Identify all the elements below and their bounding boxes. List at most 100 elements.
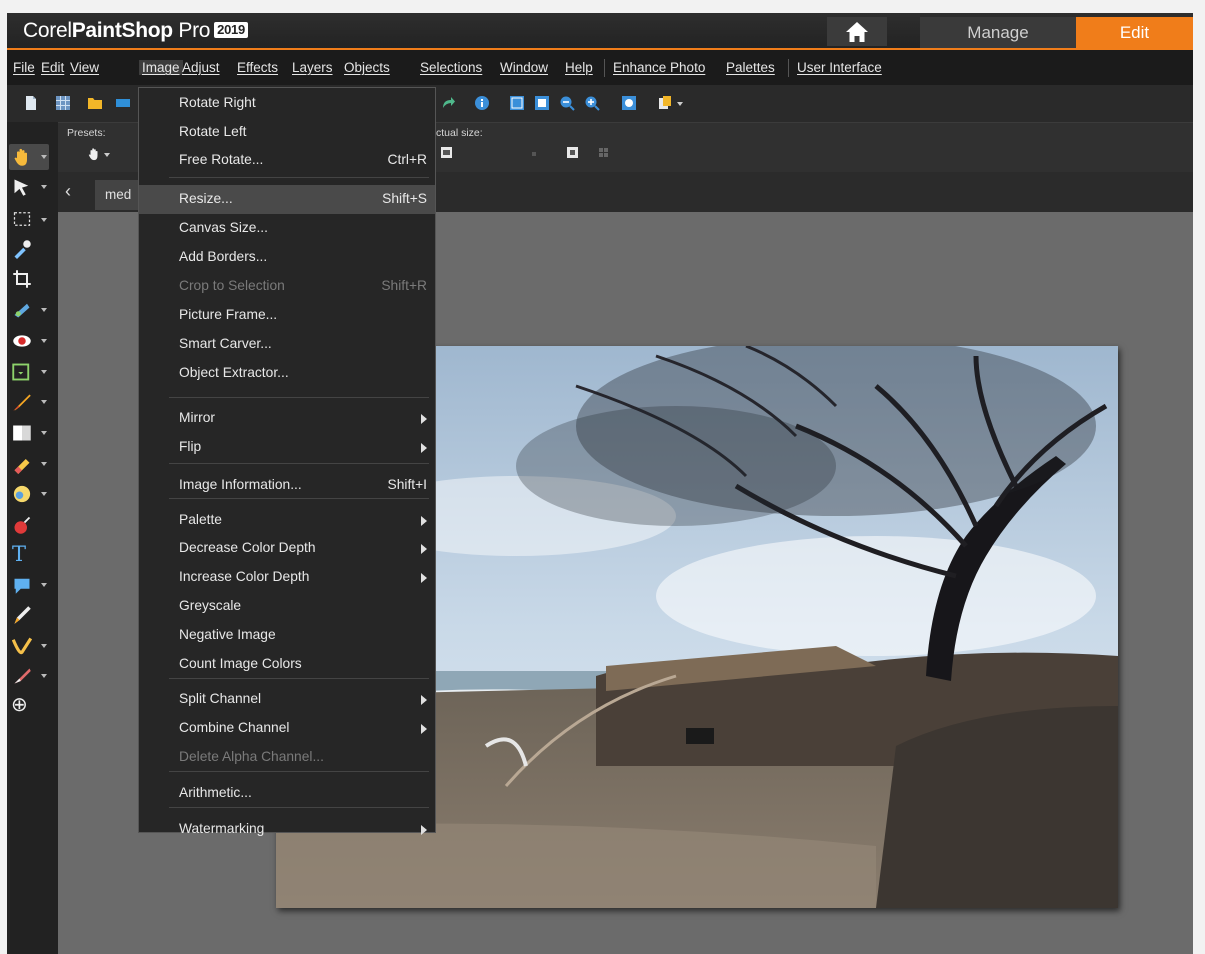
menu-item-watermarking[interactable]: Watermarking [139, 815, 435, 844]
copy-special-icon[interactable] [657, 95, 673, 111]
menu-separator [169, 397, 429, 398]
zoom-in-icon[interactable] [584, 95, 600, 111]
zoom-fit-icon[interactable] [621, 95, 637, 111]
menu-palettes[interactable]: Palettes [726, 60, 775, 75]
mesh-warp-tool-icon[interactable] [12, 666, 32, 686]
new-file-icon[interactable] [23, 95, 39, 111]
pick-tool-icon[interactable] [12, 177, 32, 197]
menu-edit[interactable]: Edit [41, 60, 64, 75]
tool-flyout-arrow[interactable] [41, 339, 47, 343]
scan-icon[interactable] [115, 95, 131, 111]
tool-flyout-arrow[interactable] [41, 308, 47, 312]
menu-item-rotate-left[interactable]: Rotate Left [139, 118, 435, 147]
text-tool-icon[interactable]: T [12, 542, 32, 566]
open-folder-icon[interactable] [87, 95, 103, 111]
tool-flyout-arrow[interactable] [41, 370, 47, 374]
dropper-tool-icon[interactable] [12, 239, 32, 259]
document-tab[interactable]: med [95, 180, 143, 210]
zoom-out-icon[interactable] [559, 95, 575, 111]
menu-item-decrease-color-depth[interactable]: Decrease Color Depth [139, 534, 435, 563]
actual-size-button-icon[interactable] [440, 146, 453, 159]
home-icon [846, 21, 868, 42]
menu-item-label: Arithmetic... [179, 785, 252, 800]
color-replacer-tool-icon[interactable] [12, 515, 32, 535]
flood-fill-tool-icon[interactable] [12, 484, 32, 504]
info-icon[interactable] [474, 95, 490, 111]
menu-view[interactable]: View [70, 60, 99, 75]
tool-flyout-arrow[interactable] [41, 155, 47, 159]
grid-icon[interactable] [55, 95, 71, 111]
presets-dropdown-icon[interactable] [104, 153, 110, 157]
eraser-tool-icon[interactable] [12, 454, 32, 474]
menu-item-palette[interactable]: Palette [139, 506, 435, 535]
option-button-1[interactable] [532, 152, 536, 156]
home-button[interactable] [827, 17, 887, 46]
tool-flyout-arrow[interactable] [41, 431, 47, 435]
menu-item-label: Mirror [179, 410, 216, 425]
shape-tool-icon[interactable] [12, 575, 32, 595]
menu-objects[interactable]: Objects [344, 60, 390, 75]
app-brand: CorelPaintShop Pro 2019 [23, 19, 248, 43]
menu-window[interactable]: Window [500, 60, 548, 75]
dropdown-arrow-icon[interactable] [677, 102, 683, 106]
tab-manage[interactable]: Manage [920, 17, 1076, 48]
paint-brush-tool-icon[interactable] [12, 392, 32, 412]
menu-item-count-image-colors[interactable]: Count Image Colors [139, 650, 435, 679]
crop-tool-icon[interactable] [12, 269, 32, 289]
add-tool-icon[interactable]: ⊕ [11, 693, 33, 717]
menu-file[interactable]: File [13, 60, 35, 75]
fit-screen-icon[interactable] [566, 146, 579, 159]
menu-item-combine-channel[interactable]: Combine Channel [139, 714, 435, 743]
red-eye-tool-icon[interactable] [12, 331, 32, 351]
pan-tool-icon[interactable] [12, 147, 32, 167]
clone-tool-icon[interactable] [12, 362, 32, 382]
menu-item-object-extractor[interactable]: Object Extractor... [139, 359, 435, 388]
redo-icon[interactable] [440, 95, 456, 111]
fit-window-icon[interactable] [534, 95, 550, 111]
menu-help[interactable]: Help [565, 60, 593, 75]
menu-adjust[interactable]: Adjust [182, 60, 220, 75]
tool-flyout-arrow[interactable] [41, 462, 47, 466]
chevron-left-icon[interactable]: ‹ [65, 181, 71, 202]
menu-user-interface[interactable]: User Interface [797, 60, 882, 75]
menu-item-add-borders[interactable]: Add Borders... [139, 243, 435, 272]
menu-enhance-photo[interactable]: Enhance Photo [613, 60, 705, 75]
tool-flyout-arrow[interactable] [41, 492, 47, 496]
menu-item-free-rotate[interactable]: Free Rotate... Ctrl+R [139, 146, 435, 175]
menu-item-picture-frame[interactable]: Picture Frame... [139, 301, 435, 330]
tool-flyout-arrow[interactable] [41, 185, 47, 189]
tool-flyout-arrow[interactable] [41, 218, 47, 222]
pen-tool-icon[interactable] [12, 605, 32, 625]
menu-item-split-channel[interactable]: Split Channel [139, 685, 435, 714]
menu-item-resize[interactable]: Resize... Shift+S [139, 185, 435, 214]
menu-item-negative-image[interactable]: Negative Image [139, 621, 435, 650]
tool-flyout-arrow[interactable] [41, 674, 47, 678]
menu-effects[interactable]: Effects [237, 60, 278, 75]
menu-image[interactable]: Image [139, 60, 183, 75]
menu-item-greyscale[interactable]: Greyscale [139, 592, 435, 621]
menu-item-canvas-size[interactable]: Canvas Size... [139, 214, 435, 243]
menu-selections[interactable]: Selections [420, 60, 482, 75]
tool-flyout-arrow[interactable] [41, 644, 47, 648]
selection-tool-icon[interactable] [12, 209, 32, 229]
gradient-tool-icon[interactable] [12, 423, 32, 443]
menu-item-image-information[interactable]: Image Information... Shift+I [139, 471, 435, 500]
tile-icon[interactable] [598, 147, 609, 158]
menu-item-label: Resize... [179, 191, 233, 206]
tool-flyout-arrow[interactable] [41, 400, 47, 404]
menu-item-rotate-right[interactable]: Rotate Right [139, 89, 435, 118]
menu-item-smart-carver[interactable]: Smart Carver... [139, 330, 435, 359]
menu-item-label: Decrease Color Depth [179, 540, 316, 555]
straighten-tool-icon[interactable] [12, 300, 32, 320]
menu-item-increase-color-depth[interactable]: Increase Color Depth [139, 563, 435, 592]
submenu-arrow-icon [421, 825, 427, 835]
tab-edit[interactable]: Edit [1076, 17, 1193, 48]
warp-brush-tool-icon[interactable] [12, 636, 32, 656]
menu-layers[interactable]: Layers [292, 60, 333, 75]
pan-hand-icon[interactable] [87, 147, 101, 161]
menu-item-flip[interactable]: Flip [139, 433, 435, 462]
menu-item-arithmetic[interactable]: Arithmetic... [139, 779, 435, 808]
tool-flyout-arrow[interactable] [41, 583, 47, 587]
actual-size-icon[interactable] [509, 95, 525, 111]
menu-item-mirror[interactable]: Mirror [139, 404, 435, 433]
